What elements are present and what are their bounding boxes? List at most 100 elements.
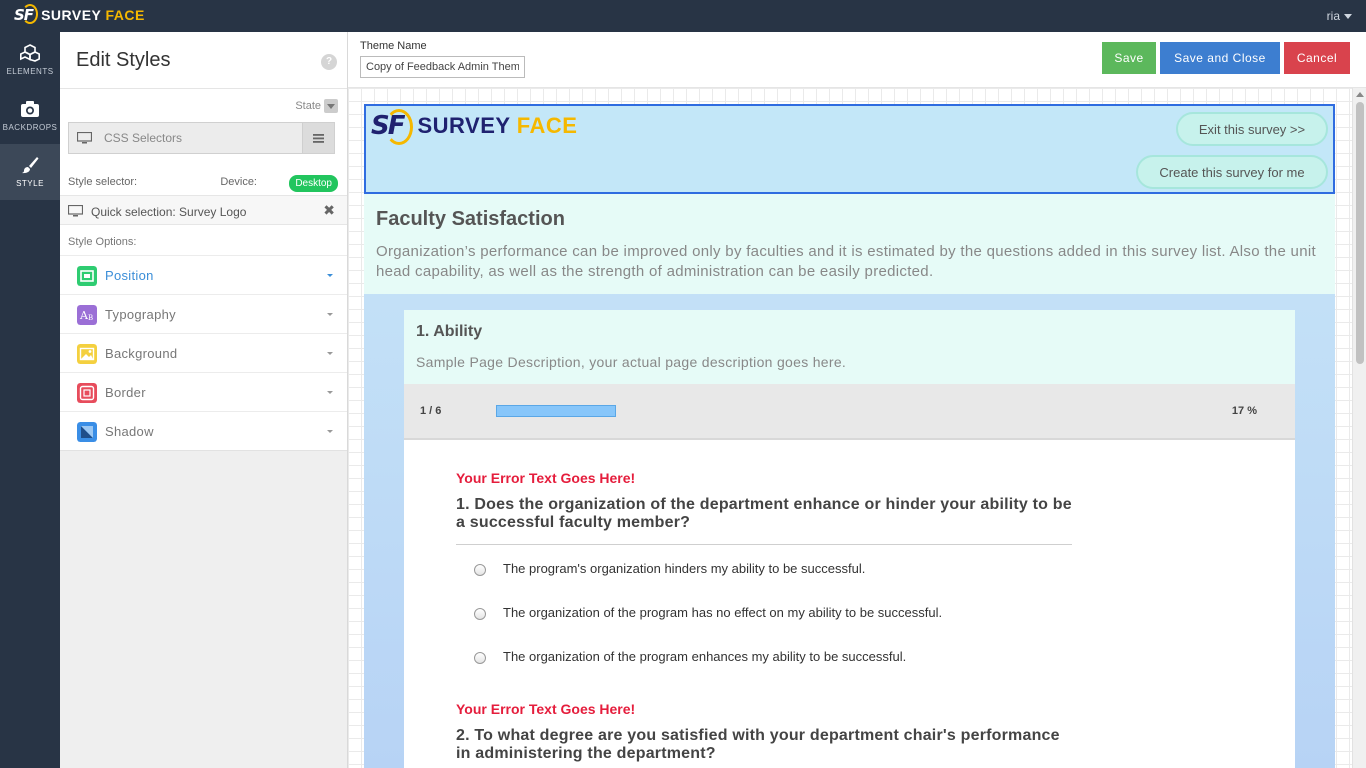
top-bar: SF SURVEY FACE ria [0,0,1366,32]
typography-icon: A B [77,305,97,325]
option-label: The program's organization hinders my ab… [503,561,866,576]
vertical-scrollbar[interactable] [1352,88,1366,768]
style-option-background[interactable]: Background [60,333,347,372]
device-label: Device: [220,176,257,188]
theme-name-label: Theme Name [360,40,427,52]
style-option-position[interactable]: Position [60,255,347,294]
close-icon[interactable]: ✖ [323,202,335,219]
background-icon [77,344,97,364]
page-title: 1. Ability [416,323,483,340]
help-icon[interactable]: ? [321,54,337,70]
style-option-label: Shadow [105,424,154,439]
rail-label: STYLE [16,179,44,188]
css-selectors-field[interactable]: CSS Selectors [68,122,335,154]
question-block: Your Error Text Goes Here! 1. Does the o… [456,470,1076,677]
question-text: 1. Does the organization of the departme… [456,496,1072,531]
shadow-icon [77,422,97,442]
device-badge[interactable]: Desktop [289,175,338,192]
svg-text:B: B [88,314,93,322]
rail-item-style[interactable]: STYLE [0,144,60,200]
chevron-down-icon [1344,14,1352,20]
style-option-label: Typography [105,307,176,322]
list-icon[interactable] [302,123,334,153]
app-logo[interactable]: SF SURVEY FACE [14,4,145,24]
state-dropdown[interactable] [324,99,338,113]
theme-name-input[interactable] [360,56,525,78]
quick-selection-text: Quick selection: Survey Logo [91,205,247,219]
style-option-shadow[interactable]: Shadow [60,411,347,450]
monitor-icon [77,132,92,144]
chevron-down-icon [327,430,333,433]
scrollbar-thumb[interactable] [1356,102,1364,364]
style-options-label: Style Options: [68,236,137,248]
logo-mark: SF [14,4,38,24]
left-rail: ELEMENTS BACKDROPS STYLE [0,32,60,768]
position-icon [77,266,97,286]
chevron-down-icon [327,313,333,316]
survey-description: Organization’s performance can be improv… [376,243,1316,280]
style-option-label: Background [105,346,178,361]
cancel-button[interactable]: Cancel [1284,42,1350,74]
progress-count: 1 / 6 [420,405,442,417]
error-text: Your Error Text Goes Here! [456,701,636,717]
error-text: Your Error Text Goes Here! [456,470,636,486]
radio-option[interactable]: The organization of the program has no e… [456,589,1076,633]
survey-title: Faculty Satisfaction [376,208,565,230]
border-icon [77,383,97,403]
theme-header: Theme Name Save Save and Close Cancel [348,32,1366,88]
rail-item-elements[interactable]: ELEMENTS [0,32,60,88]
quick-selection-row: Quick selection: Survey Logo ✖ [60,195,347,225]
survey-logo-mark: SF [371,109,413,145]
rail-label: BACKDROPS [2,123,58,132]
survey-logo-name: SURVEY FACE [417,113,578,138]
cubes-icon [20,44,40,62]
page-header: 1. Ability Sample Page Description, your… [404,310,1295,384]
option-label: The organization of the program has no e… [503,605,943,620]
survey-page-card: 1. Ability Sample Page Description, your… [404,310,1295,768]
survey-logo[interactable]: SF SURVEY FACE [371,109,578,145]
progress-percent: 17 % [1231,405,1257,417]
css-selectors-row: CSS Selectors [60,119,347,165]
option-label: The organization of the program enhances… [503,649,907,664]
panel-header: Edit Styles ? [60,32,347,89]
radio-button[interactable] [474,608,486,620]
chevron-down-icon [327,274,333,277]
create-survey-button[interactable]: Create this survey for me [1136,155,1328,189]
divider [60,450,347,451]
style-option-label: Border [105,385,146,400]
brush-icon [22,157,39,174]
camera-icon [21,101,39,117]
progress-section: 1 / 6 17 % [404,384,1295,440]
radio-button[interactable] [474,652,486,664]
chevron-up-icon[interactable] [1356,92,1364,97]
chevron-down-icon [327,391,333,394]
state-label: State [295,100,321,112]
style-option-label: Position [105,268,154,283]
monitor-icon [68,205,83,217]
survey-title-block: Faculty Satisfaction Organization’s perf… [364,194,1335,294]
radio-option[interactable]: The program's organization hinders my ab… [456,545,1076,589]
style-options-label-row: Style Options: [60,225,347,255]
user-name: ria [1326,9,1340,23]
progress-fill [496,405,616,417]
progress-track [496,405,616,417]
radio-button[interactable] [474,564,486,576]
state-row: State [60,89,347,119]
radio-option[interactable]: The organization of the program enhances… [456,633,1076,677]
survey-header-selected[interactable]: SF SURVEY FACE Exit this survey >> Creat… [364,104,1335,194]
survey-preview: SF SURVEY FACE Exit this survey >> Creat… [364,104,1335,768]
style-option-typography[interactable]: A B Typography [60,294,347,333]
style-selector-row: Style selector: Device: Desktop [60,165,347,195]
exit-survey-button[interactable]: Exit this survey >> [1176,112,1328,146]
question-text: 2. To what degree are you satisfied with… [456,727,1060,762]
save-button[interactable]: Save [1102,42,1156,74]
user-menu[interactable]: ria [1327,9,1352,23]
style-selector-label: Style selector: [68,176,138,188]
rail-label: ELEMENTS [6,67,54,76]
save-and-close-button[interactable]: Save and Close [1160,42,1280,74]
rail-item-backdrops[interactable]: BACKDROPS [0,88,60,144]
panel-title: Edit Styles [76,49,171,71]
css-selectors-placeholder: CSS Selectors [104,131,183,145]
style-option-border[interactable]: Border [60,372,347,411]
logo-text: SURVEY FACE [41,7,145,23]
